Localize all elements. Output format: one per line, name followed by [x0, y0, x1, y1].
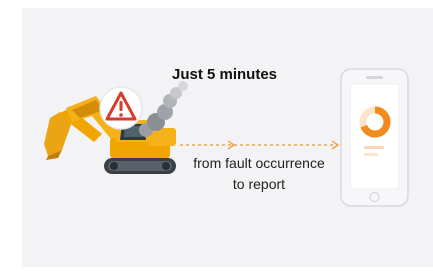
illustration-scene [44, 68, 409, 207]
headline: Just 5 minutes [172, 66, 278, 83]
transmission-arrow [180, 140, 340, 150]
caption: from fault occurrence to report [178, 153, 340, 195]
caption-line-1: from fault occurrence [193, 155, 325, 171]
warning-triangle-icon [99, 86, 143, 130]
caption-line-2: to report [232, 176, 286, 192]
